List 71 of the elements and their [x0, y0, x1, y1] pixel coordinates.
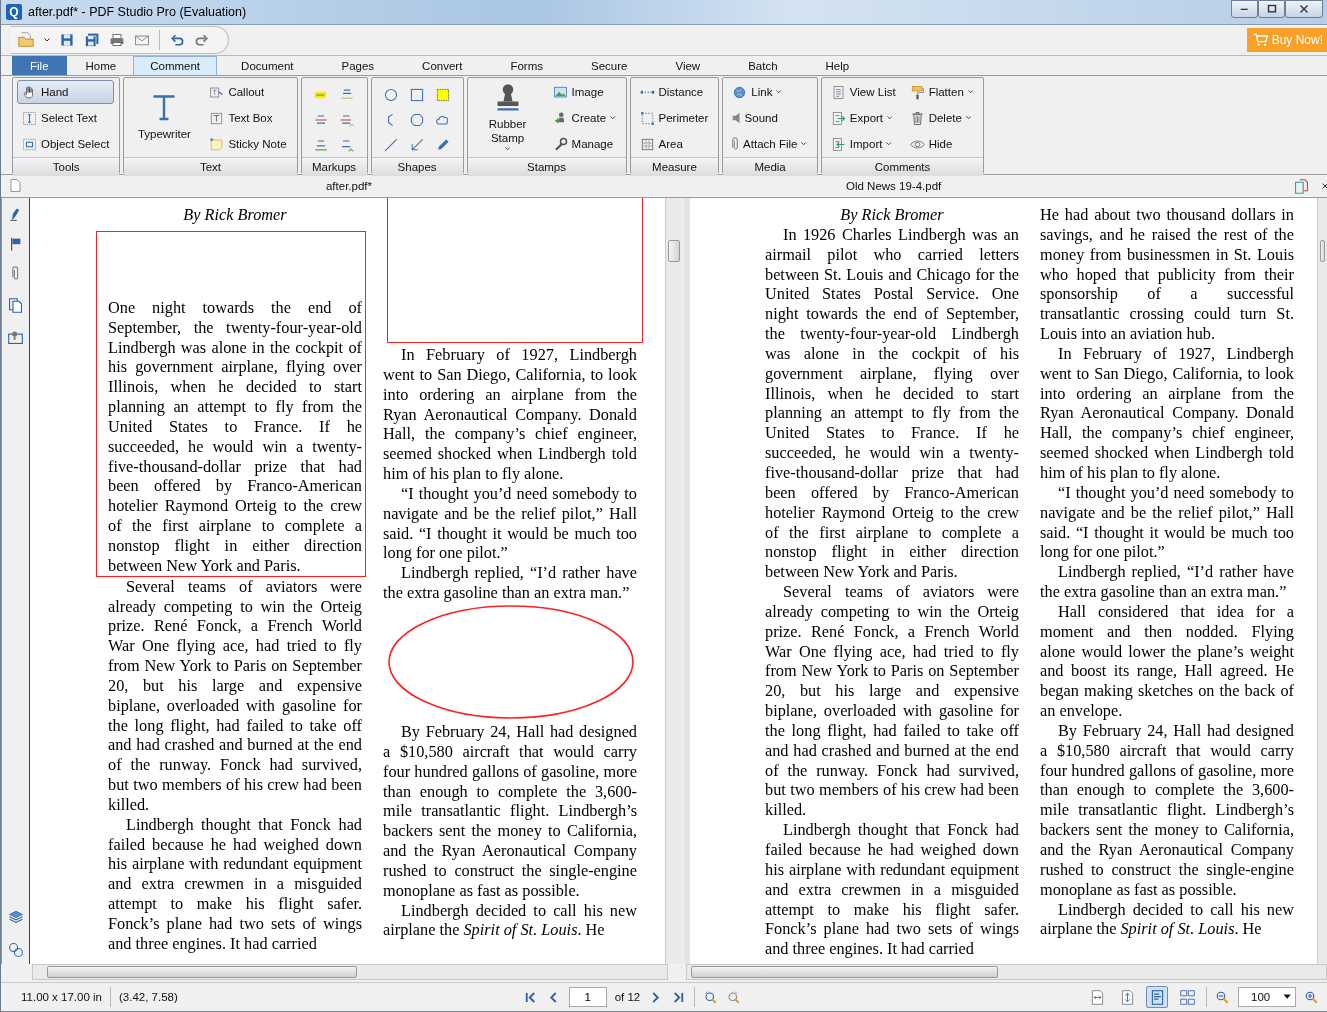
ribbon-button[interactable]: Perimeter — [634, 106, 714, 130]
ribbon-button[interactable]: Callout — [204, 80, 292, 104]
ribbon-button[interactable]: Create — [547, 106, 621, 130]
paragraph: Lindbergh thought that Fonck had failed because he had weighed down his airplane with redundant equipment and extra crewmen in a misguided attempt to make his flight safer. Fonck’s plane had two sets of wings and three engines. It had carried — [765, 820, 1019, 960]
paragraph: Several teams of aviators were already competing to win the Orteig prize. René Fonck, a French World War One flying ace, had tried to fly from New York to Paris on September 20, but his large and expensive biplane, overloaded with gasoline for the long flight, had failed to take off and had crashed and burned at the end of the runway. Fonck had survived, but two members of his crew had been killed. — [108, 576, 362, 815]
ribbon-tab[interactable]: View — [651, 56, 725, 75]
ribbon-button[interactable]: Distance — [634, 80, 714, 104]
ribbon-button[interactable]: Attach File — [727, 132, 812, 156]
ribbon-button[interactable]: Text Box — [204, 106, 292, 130]
ribbon-tab[interactable]: Document — [217, 56, 318, 75]
ribbon-button[interactable]: View List — [825, 80, 901, 104]
paragraph: Lindbergh replied, “I’d rather have the extra gasoline than an extra man.” — [383, 563, 637, 603]
ribbon-button[interactable]: Sound — [727, 106, 812, 130]
ribbon-tab[interactable]: Forms — [486, 56, 567, 75]
paragraph: One night towards the end of September, the twenty-four-year-old Lindbergh was alone in the cockpit of his government airplane, flying over Illinois, when he decided to start planning an attempt to fly from the United States to France. If he succeeded, he would win a twenty-five-thousand-dollar prize that had been offered by Franco-American hotelier Raymond Orteig to the crew of the first airplane to complete a nonstop flight in either direction between New York and Paris. — [108, 297, 362, 576]
ribbon-button[interactable]: Select Text — [17, 106, 115, 130]
ribbon-button[interactable]: Import — [825, 132, 901, 156]
ribbon-button[interactable]: Flatten — [904, 80, 979, 104]
ribbon-button[interactable]: Sticky Note — [204, 132, 292, 156]
paragraph: By February 24, Hall had designed a $10,580 aircraft that would carry four hundred gallons of gasoline, more than enough to complete the 3,600-mile transatlantic flight. Lindbergh’s backers sent the money to California, and the Ryan Aeronautical Company rushed to construct the single-engine monoplane as fast as possible. — [1040, 720, 1294, 900]
ribbon-tab[interactable]: Comment — [133, 56, 218, 75]
paragraph: He had about two thousand dollars in savings, and he raised the rest of the money from businessmen in St. Louis who hoped that publicity from their sponsorship of a successful transatlantic crossing could turn St. Louis into an aviation hub. — [1040, 205, 1294, 344]
paragraph: Lindbergh replied, “I’d rather have the extra gasoline than an extra man.” — [1040, 562, 1294, 602]
paragraph: Hall considered that idea for a moment and then nodded. Flying alone would lower the plane’s weight and boost its range, Hall agreed. He began making sketches on the back of an envelope. — [1040, 601, 1294, 721]
zoom-dropdown[interactable]: 100 — [1238, 987, 1296, 1007]
group-title: Media — [723, 157, 817, 176]
page-size: 11.00 x 17.00 in — [21, 991, 102, 1003]
ribbon-tab[interactable]: Convert — [398, 56, 487, 75]
ribbon-tab[interactable]: Secure — [567, 56, 652, 75]
byline: By Rick Bromer — [182, 205, 288, 225]
paragraph: In February of 1927, Lindbergh went to San Diego, California, to look into ordering an airplane from the Ryan Aeronautical Company. Donald Hall, the company’s chief engineer, seemed shocked when Lindbergh told him of his plan to fly alone. — [1040, 343, 1294, 483]
ribbon-tab[interactable]: File — [12, 56, 67, 75]
ribbon-button[interactable]: Export — [825, 106, 901, 130]
cursor-position: (3.42, 7.58) — [119, 991, 178, 1003]
ribbon-button[interactable]: Hand — [17, 80, 115, 104]
group-title: Shapes — [371, 157, 463, 176]
page-count: of 12 — [614, 991, 641, 1003]
pdf-tab[interactable]: Old News 19-4.pdf — [686, 175, 1327, 197]
ribbon-button[interactable]: Manage — [547, 132, 621, 156]
group-title: Tools — [13, 157, 120, 176]
group-title: Comments — [821, 157, 984, 176]
pdf-tab[interactable]: after.pdf* — [32, 175, 686, 197]
ribbon-button[interactable]: Delete — [904, 106, 979, 130]
ribbon-tab[interactable]: Batch — [724, 56, 802, 75]
group-title: Markups — [301, 157, 367, 176]
page-number-field[interactable]: 1 — [568, 987, 607, 1007]
paragraph: In February of 1927, Lindbergh went to San Diego, California, to look into ordering an airplane from the Ryan Aeronautical Company. Donald Hall, the company’s chief engineer, seemed shocked when Lindbergh told him of his plan to fly alone. — [383, 345, 637, 484]
paragraph: In 1926 Charles Lindbergh was an airmail pilot who carried letters between St. Louis and Chicago for the United States Postal Service. One night towards the end of September, the twenty-four-year-old Lindbergh was alone in the cockpit of his government airplane, flying over Illinois, when he decided to start planning an attempt to fly from the United States to France. If he succeeded, he would win a twenty-five-thousand-dollar prize that had been offered by Franco-American hotelier Raymond Orteig to the crew of the first airplane to complete a nonstop flight in either direction between New York and Paris. — [765, 224, 1019, 583]
paragraph: Lindbergh thought that Fonck had failed because he had weighed down his airplane with redundant equipment and extra crewmen in a misguided attempt to make his flight safer. Fonck’s plane had two sets of wings and three engines. It had carried — [108, 814, 362, 954]
group-title: Stamps — [467, 157, 626, 176]
ribbon-button[interactable]: Link — [727, 80, 812, 104]
ribbon-button[interactable]: Typewriter — [128, 80, 201, 152]
paragraph: “I thought you’d need somebody to navigate and be the relief pilot,” Hall said. “I thought it would be much too long for one pilot.” — [1040, 482, 1294, 563]
ribbon-button[interactable]: Object Select — [17, 132, 115, 156]
ribbon-tab[interactable]: Home — [66, 56, 134, 75]
byline: By Rick Bromer — [839, 205, 945, 225]
ribbon-button[interactable]: Area — [634, 132, 714, 156]
ribbon-tab[interactable]: Pages — [317, 56, 399, 75]
ribbon-button[interactable]: Rubber Stamp — [471, 80, 544, 152]
ribbon-tab[interactable]: Help — [801, 56, 874, 75]
group-title: Measure — [630, 157, 719, 176]
paragraph: “I thought you’d need somebody to navigate and be the relief pilot,” Hall said. “I thought it would be much too long for one pilot.” — [383, 483, 637, 564]
paragraph: Several teams of aviators were already competing to win the Orteig prize. René Fonck, a French World War One flying ace, had tried to fly from New York to Paris on September 20, but his large and expensive biplane, overloaded with gasoline for the long flight, had failed to take off and had crashed and burned at the end of the runway. Fonck had survived, but two members of his crew had been killed. — [765, 582, 1019, 821]
app-logo: Q — [6, 4, 22, 20]
paragraph: By February 24, Hall had designed a $10,580 aircraft that would carry four hundred gallons of gasoline, more than enough to complete the 3,600-mile transatlantic flight. Lindbergh’s backers sent the money to California, and the Ryan Aeronautical Company rushed to construct the single-engine monoplane as fast as possible. — [383, 721, 637, 901]
group-title: Text — [124, 157, 297, 176]
ribbon-button[interactable]: Image — [547, 80, 621, 104]
window-title: after.pdf* - PDF Studio Pro (Evaluation) — [28, 5, 247, 19]
paragraph: Lindbergh decided to call his new airplane the Spirit of St. Louis. He — [1040, 899, 1294, 940]
ribbon-button[interactable]: Hide — [904, 132, 979, 156]
paragraph: Lindbergh decided to call his new airplane the Spirit of St. Louis. He — [383, 900, 637, 941]
